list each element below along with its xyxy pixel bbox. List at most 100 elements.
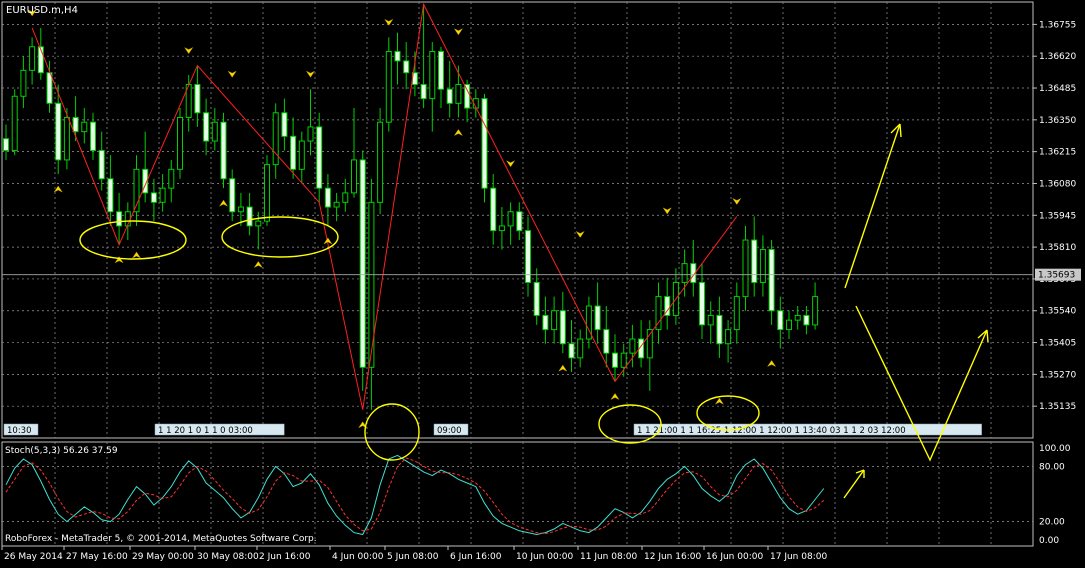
candle-bear (220, 121, 227, 180)
fractals-layer (27, 9, 777, 429)
candle-bear (203, 112, 210, 142)
candle-bear (542, 314, 549, 331)
candle-bear (438, 50, 444, 90)
candle-bear (612, 352, 618, 368)
candle-bull (351, 159, 357, 194)
candle-bull (742, 239, 749, 298)
candle-bull (159, 187, 166, 203)
candle-bear (116, 211, 123, 227)
candle-bear (290, 135, 297, 170)
candle-bull (551, 310, 558, 331)
fractal-down-arrow (218, 199, 229, 207)
fractal-up-arrow (662, 207, 672, 215)
candle-bull (498, 225, 505, 232)
candle-bear (3, 138, 9, 151)
candle-bull (307, 126, 314, 142)
fractal-down-arrow (714, 397, 725, 405)
candle-bear (72, 116, 79, 133)
time-marker-label: 1 1 20 1 0 1 1 0 03:00 (158, 426, 253, 436)
candle-bull (177, 116, 183, 170)
candle-bull (255, 220, 262, 227)
candle-bear (568, 343, 575, 359)
chart-grid (1, 1, 1034, 547)
candle-bear (751, 239, 758, 283)
candle-bear (55, 102, 62, 161)
price-tick-label: 1.35405 (1039, 339, 1076, 349)
time-marker-label: 10:30 (7, 426, 32, 436)
candle-bear (246, 206, 253, 227)
time-tick-label: 26 May 2014 (4, 552, 63, 562)
fractal-down-arrow (766, 359, 777, 368)
price-tick-label: 1.35945 (1039, 211, 1076, 221)
highlight-ellipse (79, 220, 187, 260)
candle-bear (603, 329, 610, 354)
candle-bear (324, 187, 331, 208)
time-tick-label: 12 Jun 16:00 (644, 552, 701, 562)
price-tick-label: 1.36620 (1039, 52, 1076, 62)
candle-bull (377, 121, 384, 203)
fractal-up-arrow (453, 28, 464, 36)
chart-title: EURUSD.m,H4 (6, 5, 78, 16)
candle-bear (699, 281, 705, 326)
fractal-up-arrow (575, 230, 585, 238)
fractal-down-arrow (53, 185, 63, 193)
price-tick-label: 1.36215 (1039, 148, 1076, 158)
candle-bear (559, 310, 566, 345)
projection-arrow-up (844, 123, 901, 289)
price-tick-label: 1.35810 (1039, 243, 1076, 253)
candle-bear (533, 281, 540, 316)
candle-bear (107, 178, 114, 213)
fractal-up-arrow (505, 160, 516, 168)
price-tick-label: 1.36080 (1039, 179, 1076, 189)
highlight-ellipse (364, 403, 420, 461)
candle-bear (464, 83, 471, 109)
candle-bear (803, 314, 810, 326)
candle-bear (229, 178, 236, 213)
candle-bull (20, 69, 27, 97)
candle-bear (490, 187, 497, 232)
fractal-down-arrow (253, 261, 264, 269)
time-tick-label: 29 May 00:00 (132, 552, 194, 562)
highlight-ellipse (221, 216, 339, 258)
price-chart[interactable]: 1.36755 1.36620 1.36485 1.36350 1.36215 1.360… (0, 0, 1085, 568)
time-tick-label: 30 May 08:00 (197, 552, 259, 562)
price-axis: 1.36755 1.36620 1.36485 1.36350 1.36215 1.360… (2, 20, 1081, 412)
price-tick-label: 1.36350 (1039, 116, 1076, 126)
time-tick-label: 10 Jun 00:00 (516, 552, 573, 562)
candle-bull (620, 352, 627, 368)
candle-bear (394, 50, 401, 62)
candle-bear (768, 248, 775, 312)
candle-bear (403, 60, 410, 74)
fractal-up-arrow (227, 70, 237, 78)
stoch-up-arrow (843, 469, 865, 499)
price-tick-label: 1.36485 (1039, 84, 1076, 94)
stoch-tick-label: 80.00 (1039, 462, 1065, 472)
stoch-main-line (5, 454, 825, 536)
fractal-up-arrow (732, 197, 742, 205)
time-tick-label: 5 Jun 08:00 (387, 552, 439, 562)
candle-bear (481, 98, 488, 189)
candle-bull (333, 201, 340, 208)
candle-bear (281, 112, 288, 137)
candle-bull (11, 95, 18, 151)
price-tick-label: 1.35270 (1039, 370, 1076, 380)
candle-bull (168, 168, 175, 189)
fractal-up-arrow (183, 46, 194, 55)
stochastic-layer: 100.00 80.00 20.00 0.00 (2, 444, 1071, 546)
time-tick-label: 11 Jun 08:00 (580, 552, 637, 562)
time-axis: 26 May 2014 27 May 16:00 29 May 00:00 30 Ma… (1, 546, 827, 562)
price-tick-label: 1.35135 (1039, 402, 1076, 412)
candle-bull (298, 140, 305, 170)
candle-bull (211, 121, 218, 142)
price-tick-label: 1.35540 (1039, 307, 1076, 317)
candle-bear (516, 211, 523, 232)
candle-bull (725, 329, 732, 345)
candle-bull (63, 116, 70, 161)
candle-bear (594, 305, 601, 331)
candle-bear (716, 314, 723, 345)
candle-bear (316, 126, 323, 189)
projection-path-down-up (855, 305, 988, 462)
candle-bull (29, 46, 36, 71)
footer-copyright: RoboForex - MetaTrader 5, © 2001-2014, M… (5, 534, 317, 544)
candle-bull (759, 248, 766, 283)
